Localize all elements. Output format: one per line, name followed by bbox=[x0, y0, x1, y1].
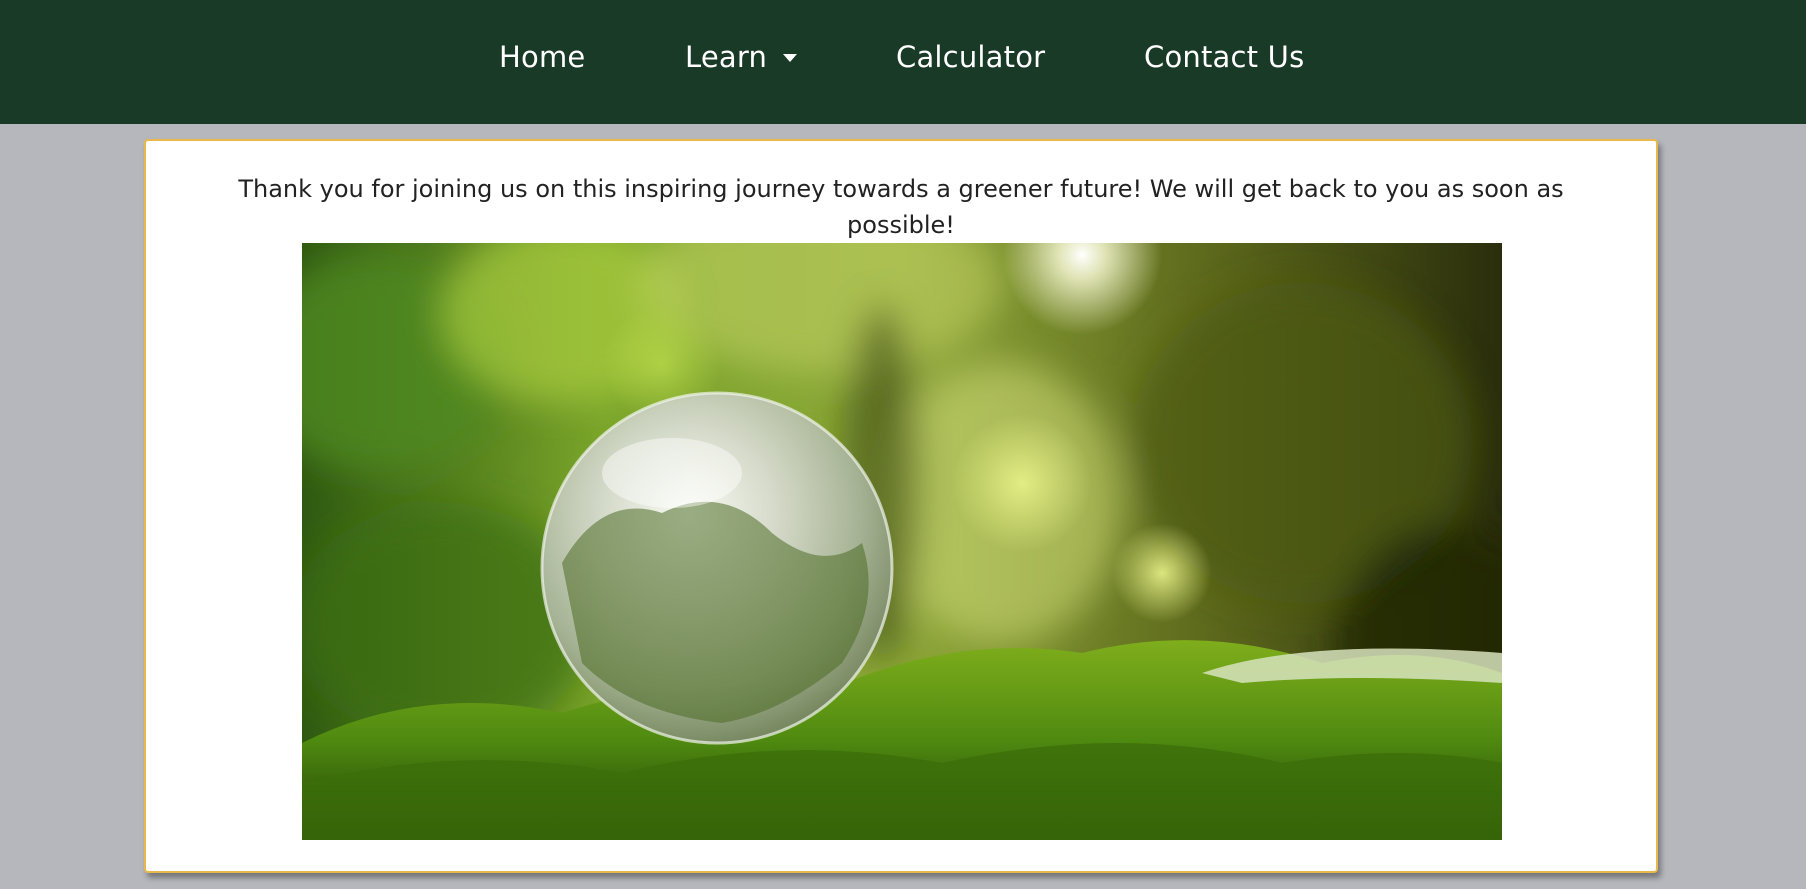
thank-you-message: Thank you for joining us on this inspiri… bbox=[238, 175, 1564, 239]
nav-learn-dropdown[interactable]: Learn bbox=[685, 40, 798, 74]
nav-home-link[interactable]: Home bbox=[499, 40, 585, 74]
caret-down-icon bbox=[783, 54, 798, 62]
main-nav: Home Learn Calculator Contact Us bbox=[0, 0, 1806, 124]
nav-contact-link[interactable]: Contact Us bbox=[1144, 40, 1304, 74]
top-navbar: Home Learn Calculator Contact Us bbox=[0, 0, 1806, 124]
globe-moss-photo bbox=[302, 243, 1502, 840]
confirmation-card: Thank you for joining us on this inspiri… bbox=[144, 139, 1658, 873]
nav-learn-label: Learn bbox=[685, 40, 768, 74]
nav-calculator-link[interactable]: Calculator bbox=[896, 40, 1045, 74]
